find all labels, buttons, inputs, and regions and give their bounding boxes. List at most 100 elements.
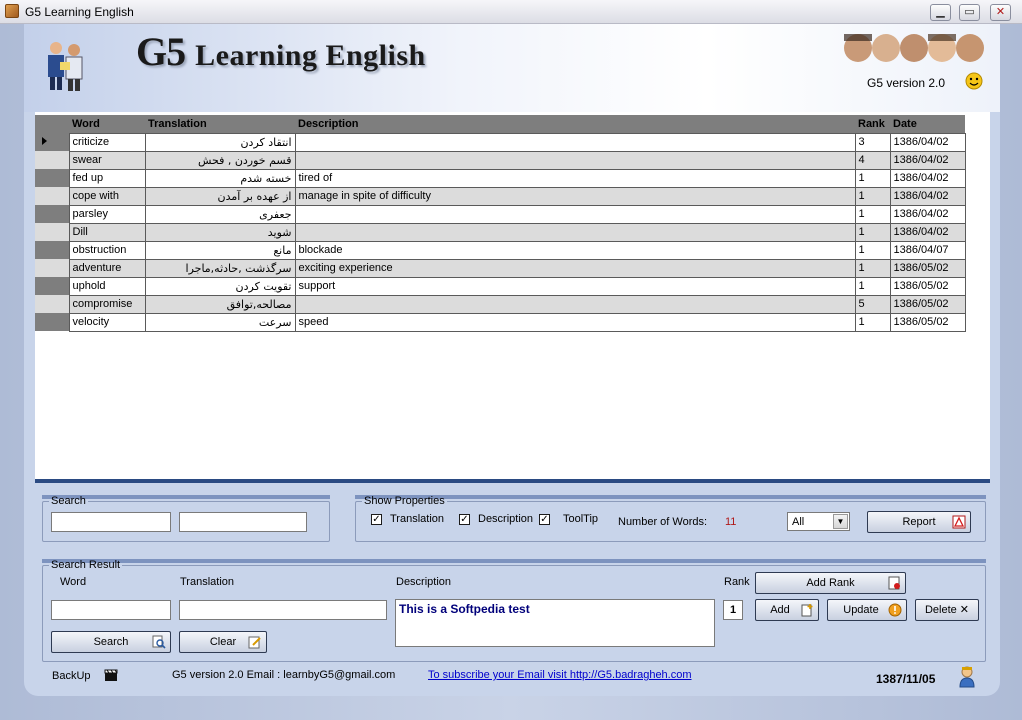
cell-description[interactable]: tired of bbox=[294, 168, 856, 188]
add-rank-button[interactable]: Add Rank bbox=[755, 572, 906, 594]
cell-translation[interactable]: مانع bbox=[144, 240, 296, 260]
table-row[interactable]: parsley جعفری 1 1386/04/02 bbox=[35, 204, 966, 224]
table-row[interactable]: adventure سرگذشت ,حادثه,ماجرا exciting exp… bbox=[35, 258, 966, 278]
cell-translation[interactable]: تقویت کردن bbox=[144, 276, 296, 296]
cell-translation[interactable]: جعفری bbox=[144, 204, 296, 224]
description-checkbox[interactable]: ✓ bbox=[459, 514, 470, 525]
cell-date[interactable]: 1386/05/02 bbox=[889, 294, 966, 314]
cell-word[interactable]: uphold bbox=[68, 276, 146, 296]
user-icon[interactable] bbox=[958, 666, 976, 688]
cell-word[interactable]: obstruction bbox=[68, 240, 146, 260]
report-button[interactable]: Report bbox=[867, 511, 971, 533]
cell-description[interactable] bbox=[294, 204, 856, 224]
row-selector[interactable] bbox=[35, 295, 69, 313]
cell-date[interactable]: 1386/04/02 bbox=[889, 222, 966, 242]
delete-button[interactable]: Delete ✕ bbox=[915, 599, 979, 621]
table-row[interactable]: uphold تقویت کردن support 1 1386/05/02 bbox=[35, 276, 966, 296]
cell-translation[interactable]: سرگذشت ,حادثه,ماجرا bbox=[144, 258, 296, 278]
result-rank-input[interactable] bbox=[723, 600, 743, 620]
cell-rank[interactable]: 1 bbox=[854, 312, 891, 332]
cell-word[interactable]: parsley bbox=[68, 204, 146, 224]
add-button[interactable]: Add bbox=[755, 599, 819, 621]
search-word-input[interactable] bbox=[51, 512, 171, 532]
cell-translation[interactable]: شوید bbox=[144, 222, 296, 242]
table-row[interactable]: Dill شوید 1 1386/04/02 bbox=[35, 222, 966, 242]
column-translation[interactable]: Translation bbox=[145, 115, 295, 133]
result-description-input[interactable]: This is a Softpedia test bbox=[395, 599, 715, 647]
cell-word[interactable]: Dill bbox=[68, 222, 146, 242]
table-row[interactable]: velocity سرعت speed 1 1386/05/02 bbox=[35, 312, 966, 332]
word-grid[interactable]: Word Translation Description Rank Date c… bbox=[35, 112, 990, 482]
chevron-down-icon[interactable]: ▼ bbox=[833, 514, 848, 529]
minimize-button[interactable]: ▁ bbox=[930, 4, 951, 21]
cell-word[interactable]: criticize bbox=[68, 132, 146, 152]
translation-checkbox[interactable]: ✓ bbox=[371, 514, 382, 525]
cell-date[interactable]: 1386/04/07 bbox=[889, 240, 966, 260]
update-button[interactable]: Update bbox=[827, 599, 907, 621]
subscribe-link[interactable]: To subscribe your Email visit http://G5.… bbox=[428, 669, 692, 681]
result-translation-input[interactable] bbox=[179, 600, 387, 620]
row-selector[interactable] bbox=[35, 205, 69, 223]
cell-translation[interactable]: مصالحه,توافق bbox=[144, 294, 296, 314]
cell-date[interactable]: 1386/05/02 bbox=[889, 312, 966, 332]
word-table[interactable]: Word Translation Description Rank Date c… bbox=[35, 115, 966, 332]
table-row[interactable]: compromise مصالحه,توافق 5 1386/05/02 bbox=[35, 294, 966, 314]
cell-description[interactable]: exciting experience bbox=[294, 258, 856, 278]
backup-link[interactable]: BackUp bbox=[52, 670, 91, 682]
cell-translation[interactable]: قسم خوردن , فحش bbox=[144, 150, 296, 170]
column-date[interactable]: Date bbox=[890, 115, 965, 133]
cell-description[interactable]: speed bbox=[294, 312, 856, 332]
table-row[interactable]: fed up خسته شدم tired of 1 1386/04/02 bbox=[35, 168, 966, 188]
cell-date[interactable]: 1386/05/02 bbox=[889, 258, 966, 278]
cell-rank[interactable]: 3 bbox=[854, 132, 891, 152]
clear-button[interactable]: Clear bbox=[179, 631, 267, 653]
table-row[interactable]: cope with از عهده بر آمدن manage in spite … bbox=[35, 186, 966, 206]
cell-rank[interactable]: 4 bbox=[854, 150, 891, 170]
cell-word[interactable]: cope with bbox=[68, 186, 146, 206]
cell-description[interactable] bbox=[294, 294, 856, 314]
cell-date[interactable]: 1386/04/02 bbox=[889, 186, 966, 206]
row-selector[interactable] bbox=[35, 223, 69, 241]
maximize-button[interactable]: ▭ bbox=[959, 4, 980, 21]
cell-translation[interactable]: از عهده بر آمدن bbox=[144, 186, 296, 206]
cell-translation[interactable]: خسته شدم bbox=[144, 168, 296, 188]
row-selector[interactable] bbox=[35, 241, 69, 259]
cell-word[interactable]: adventure bbox=[68, 258, 146, 278]
row-selector[interactable] bbox=[35, 187, 69, 205]
search-button[interactable]: Search bbox=[51, 631, 171, 653]
cell-word[interactable]: fed up bbox=[68, 168, 146, 188]
search-translation-input[interactable] bbox=[179, 512, 307, 532]
clapperboard-icon[interactable] bbox=[104, 669, 118, 682]
cell-translation[interactable]: سرعت bbox=[144, 312, 296, 332]
column-description[interactable]: Description bbox=[295, 115, 855, 133]
cell-description[interactable] bbox=[294, 150, 856, 170]
cell-word[interactable]: velocity bbox=[68, 312, 146, 332]
table-row[interactable]: criticize انتقاد کردن 3 1386/04/02 bbox=[35, 132, 966, 152]
cell-description[interactable] bbox=[294, 222, 856, 242]
cell-date[interactable]: 1386/04/02 bbox=[889, 132, 966, 152]
close-button[interactable]: ✕ bbox=[990, 4, 1011, 21]
row-selector[interactable] bbox=[35, 151, 69, 169]
tooltip-checkbox[interactable]: ✓ bbox=[539, 514, 550, 525]
table-row[interactable]: obstruction مانع blockade 1 1386/04/07 bbox=[35, 240, 966, 260]
row-selector[interactable] bbox=[35, 277, 69, 295]
cell-word[interactable]: swear bbox=[68, 150, 146, 170]
cell-rank[interactable]: 1 bbox=[854, 276, 891, 296]
row-selector[interactable] bbox=[35, 133, 69, 151]
cell-rank[interactable]: 1 bbox=[854, 240, 891, 260]
row-selector[interactable] bbox=[35, 313, 69, 331]
row-selector[interactable] bbox=[35, 169, 69, 187]
cell-date[interactable]: 1386/04/02 bbox=[889, 150, 966, 170]
cell-description[interactable]: blockade bbox=[294, 240, 856, 260]
cell-translation[interactable]: انتقاد کردن bbox=[144, 132, 296, 152]
table-row[interactable]: swear قسم خوردن , فحش 4 1386/04/02 bbox=[35, 150, 966, 170]
filter-select[interactable]: All ▼ bbox=[787, 512, 850, 531]
result-word-input[interactable] bbox=[51, 600, 171, 620]
cell-description[interactable]: manage in spite of difficulty bbox=[294, 186, 856, 206]
smiley-icon[interactable] bbox=[965, 72, 983, 90]
column-rank[interactable]: Rank bbox=[855, 115, 890, 133]
row-selector[interactable] bbox=[35, 259, 69, 277]
cell-rank[interactable]: 5 bbox=[854, 294, 891, 314]
cell-date[interactable]: 1386/04/02 bbox=[889, 168, 966, 188]
cell-rank[interactable]: 1 bbox=[854, 222, 891, 242]
